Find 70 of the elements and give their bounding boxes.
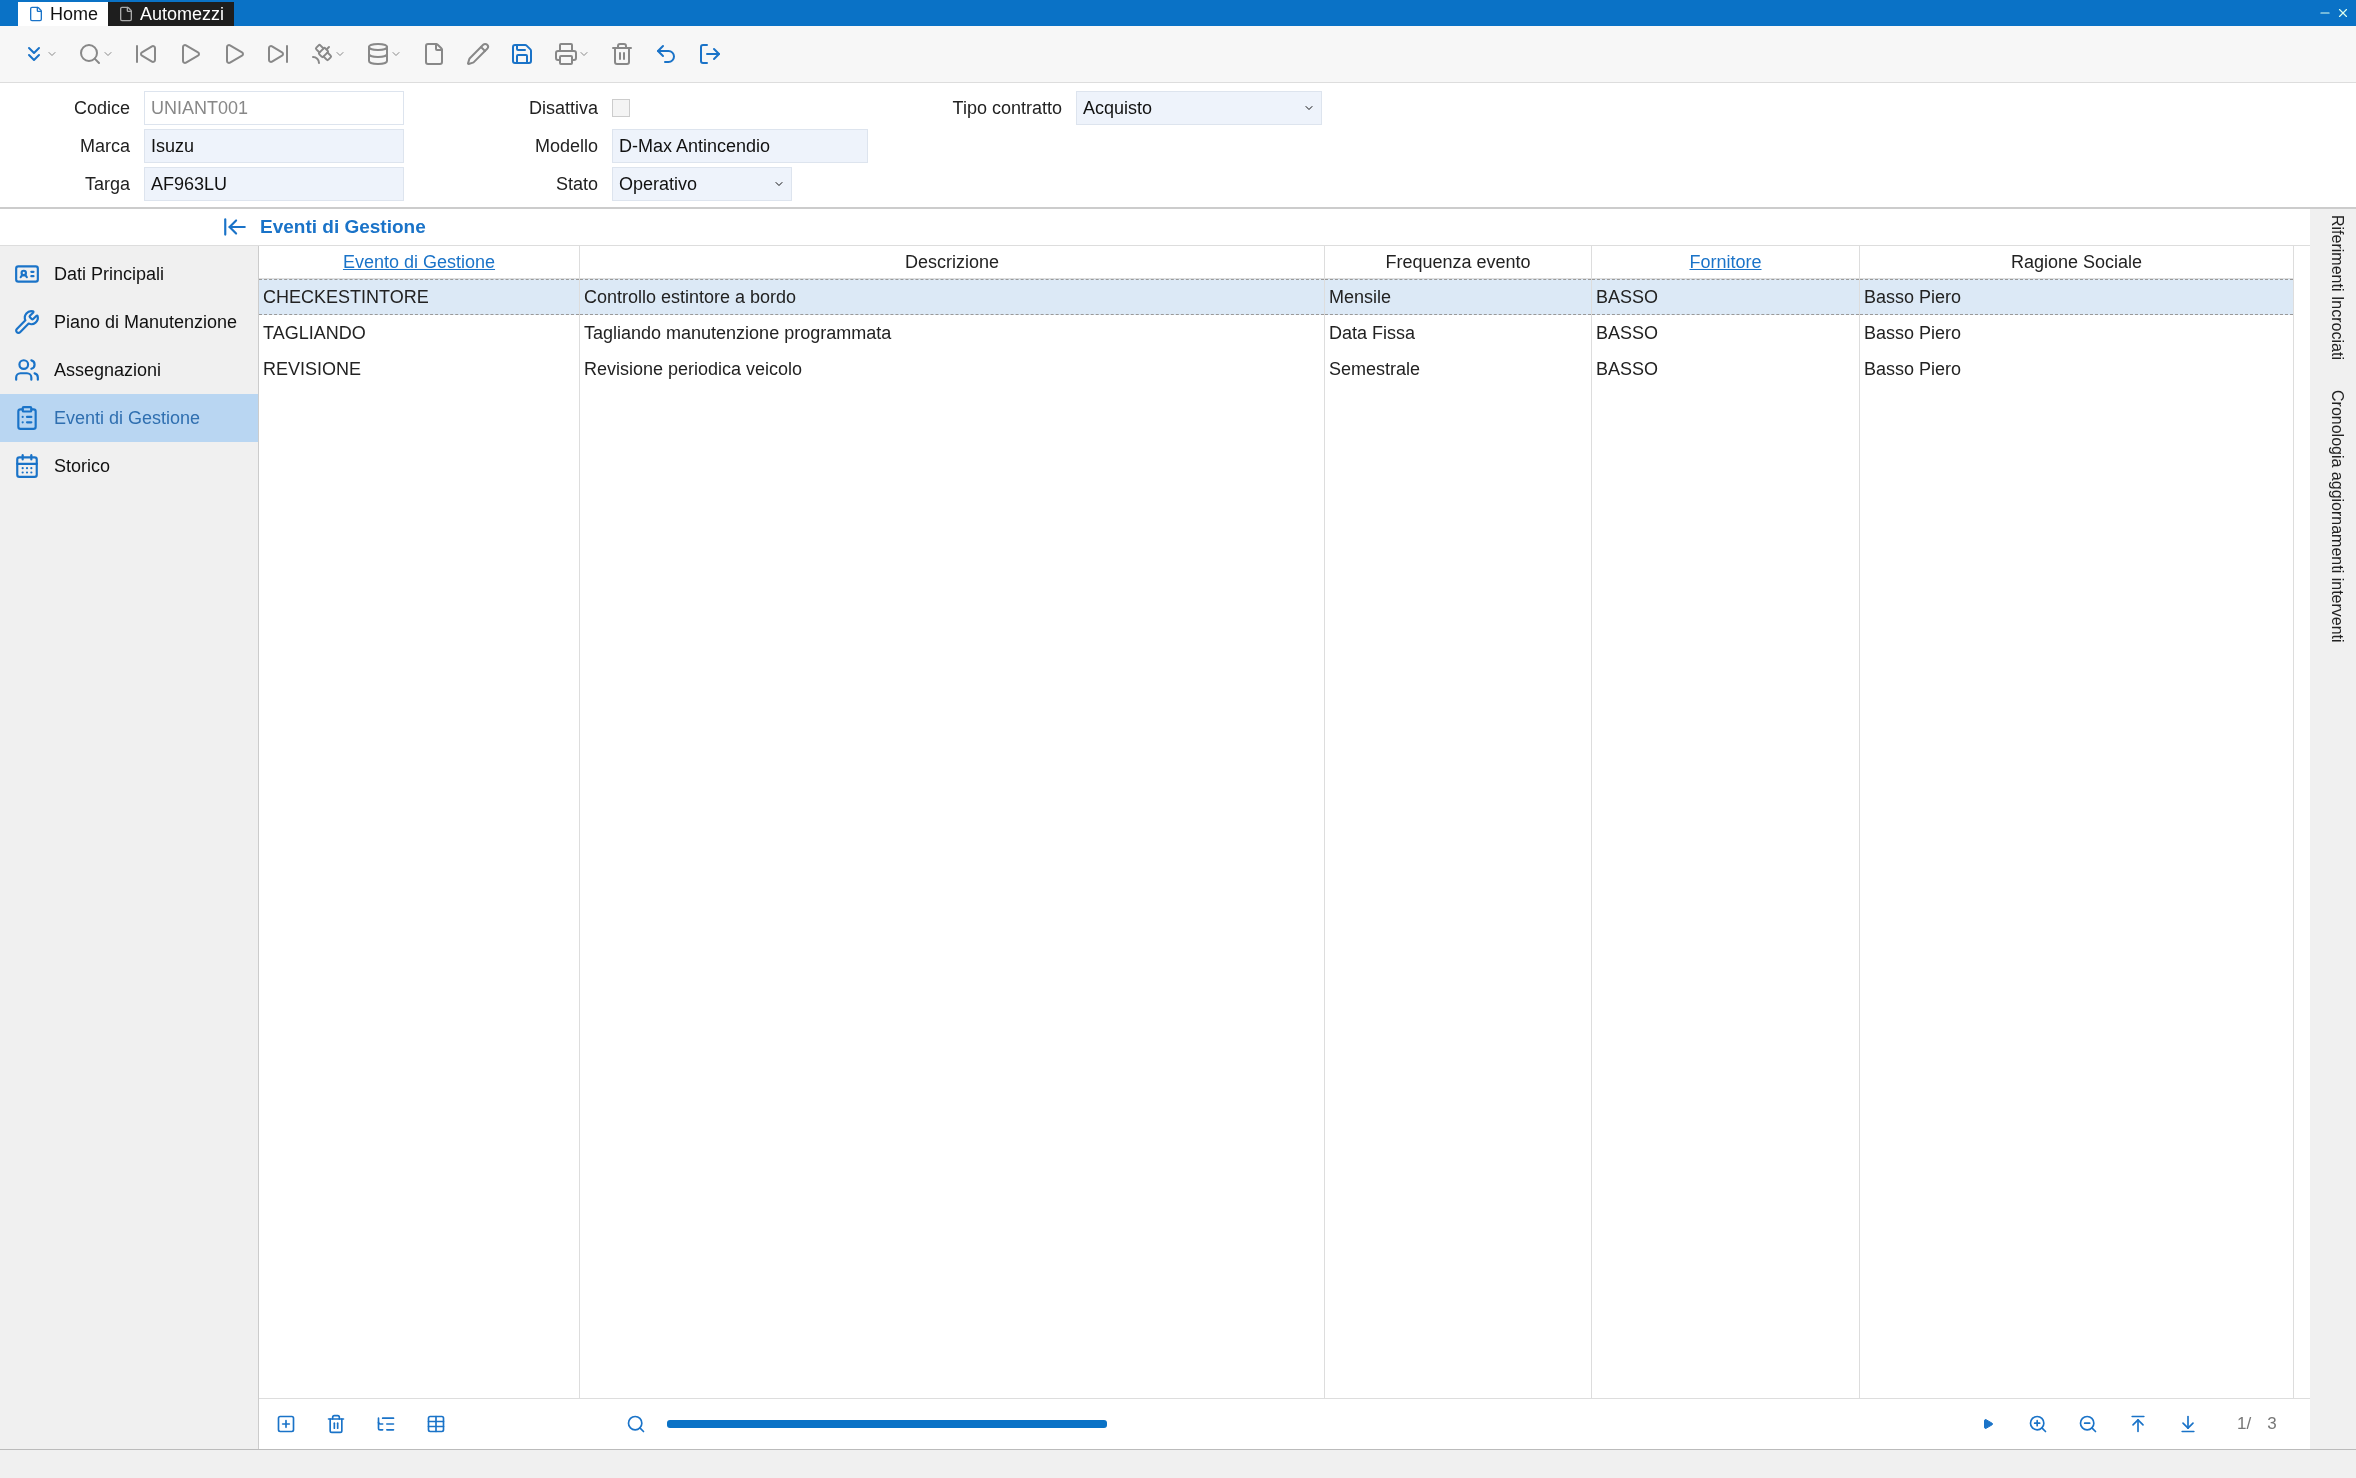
last-record-icon[interactable] <box>266 42 290 66</box>
side-tab[interactable]: Cronologia aggiornamenti interventi <box>2310 383 2356 649</box>
table-cell: Mensile <box>1325 279 1591 315</box>
page-total: 3 <box>2267 1414 2277 1434</box>
table-cell-text: Data Fissa <box>1328 321 1417 345</box>
zoom-out-icon[interactable] <box>2078 1414 2098 1434</box>
document-icon <box>118 6 134 22</box>
new-document-icon[interactable] <box>422 42 446 66</box>
save-icon[interactable] <box>510 42 534 66</box>
table-cell: Controllo estintore a bordo <box>580 279 1324 315</box>
table-cell: Basso Piero <box>1860 279 2293 315</box>
exit-icon[interactable] <box>698 42 722 66</box>
sidebar-item[interactable]: Eventi di Gestione <box>0 394 258 442</box>
sidebar-item[interactable]: Piano di Manutenzione <box>0 298 258 346</box>
zoom-in-icon[interactable] <box>2028 1414 2048 1434</box>
sidebar-item[interactable]: Storico <box>0 442 258 490</box>
table-cell-text: Semestrale <box>1328 357 1422 381</box>
field-label: Stato <box>554 173 598 195</box>
window-tab[interactable]: Home <box>18 2 108 26</box>
print-icon[interactable] <box>554 42 578 66</box>
field-label: Marca <box>79 135 130 157</box>
dropdown-field[interactable]: Acquisto <box>1076 91 1322 125</box>
sidebar-item[interactable]: Assegnazioni <box>0 346 258 394</box>
field-label: Modello <box>533 135 598 157</box>
delete-icon[interactable] <box>326 1414 346 1434</box>
list-icon[interactable] <box>376 1414 396 1434</box>
add-icon[interactable] <box>276 1414 296 1434</box>
close-icon[interactable] <box>2336 6 2350 20</box>
sidebar-item[interactable]: Dati Principali <box>0 250 258 298</box>
input-field[interactable]: D-Max Antincendio <box>612 129 868 163</box>
search-icon[interactable] <box>626 1414 646 1434</box>
section-title: Eventi di Gestione <box>260 216 426 238</box>
pencil-icon[interactable] <box>466 42 490 66</box>
window-tab[interactable]: Automezzi <box>108 2 235 26</box>
trash-icon[interactable] <box>610 42 634 66</box>
go-to-top-icon[interactable] <box>2128 1414 2148 1434</box>
field-label: Disattiva <box>527 97 598 119</box>
document-icon <box>28 6 44 22</box>
table-cell-text: Tagliando manutenzione programmata <box>583 321 893 345</box>
calendar-icon <box>14 453 40 479</box>
scroll-right-icon[interactable] <box>1982 1418 1994 1430</box>
checkbox[interactable] <box>612 99 630 117</box>
table-cell-text: Basso Piero <box>1863 321 1963 345</box>
database-icon[interactable] <box>366 42 390 66</box>
first-record-icon[interactable] <box>134 42 158 66</box>
side-tab[interactable]: Riferimenti Incrociati <box>2310 209 2356 366</box>
satellite-icon[interactable] <box>310 42 334 66</box>
table-cell-text: Revisione periodica veicolo <box>583 357 804 381</box>
dropdown-field[interactable]: Operativo <box>612 167 792 201</box>
table-cell: CHECKESTINTORE <box>259 279 579 315</box>
field-label: Tipo contratto <box>951 97 1062 119</box>
table-icon[interactable] <box>426 1414 446 1434</box>
wrench-icon <box>14 309 40 335</box>
page-counter: 1/ <box>2237 1414 2252 1434</box>
table-cell-text: BASSO <box>1595 357 1660 381</box>
table-cell-text: REVISIONE <box>262 357 363 381</box>
horizontal-scrollbar[interactable] <box>667 1420 1107 1428</box>
people-icon <box>14 357 40 383</box>
field-label: Targa <box>83 173 130 195</box>
table-cell-text: TAGLIANDO <box>262 321 367 345</box>
table-cell-text: Basso Piero <box>1863 357 1963 381</box>
input-field[interactable]: AF963LU <box>144 167 404 201</box>
table-cell: BASSO <box>1592 279 1859 315</box>
undo-icon[interactable] <box>654 42 678 66</box>
go-to-bottom-icon[interactable] <box>2178 1414 2198 1434</box>
field-label: Codice <box>72 97 130 119</box>
table-cell-text: BASSO <box>1595 321 1660 345</box>
search-icon[interactable] <box>78 42 102 66</box>
input-field[interactable]: Isuzu <box>144 129 404 163</box>
clipboard-icon <box>14 405 40 431</box>
